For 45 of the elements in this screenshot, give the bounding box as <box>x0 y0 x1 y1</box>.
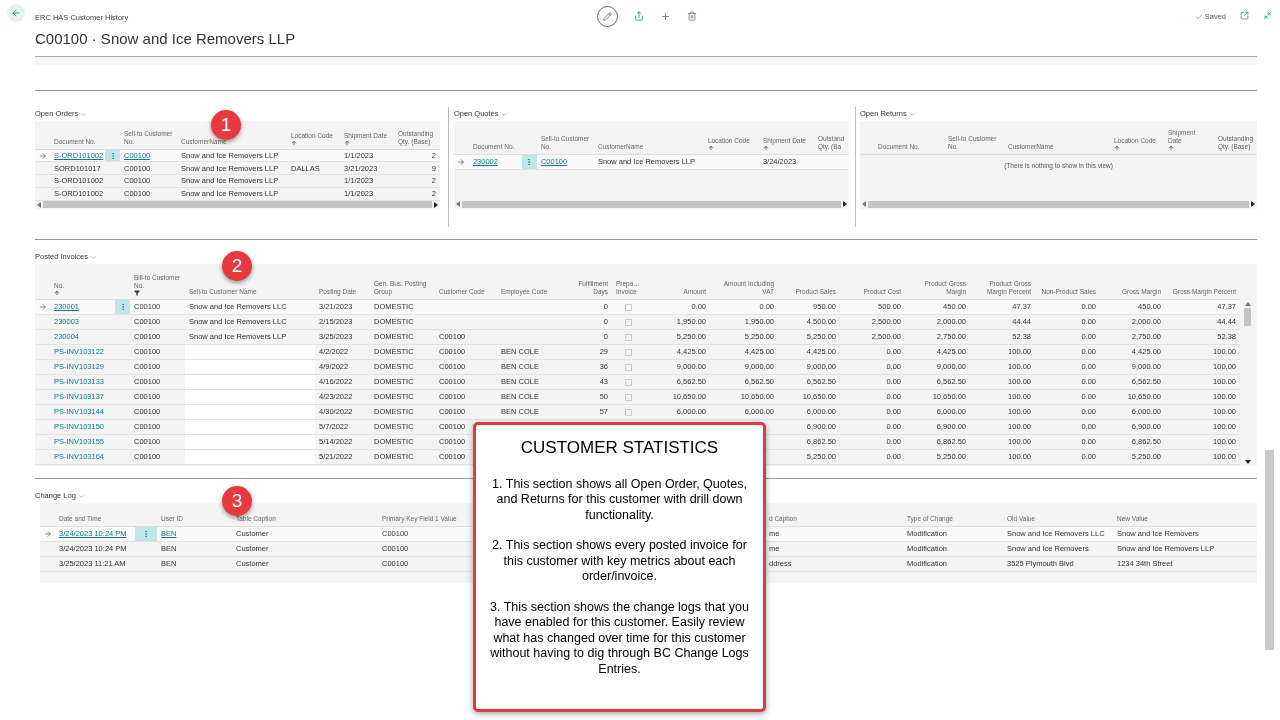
checkbox[interactable] <box>625 378 632 386</box>
checkbox[interactable] <box>625 393 632 401</box>
open-new-window-icon[interactable] <box>1240 11 1249 20</box>
row-arrow-icon <box>457 158 466 166</box>
delete-icon[interactable] <box>687 11 697 21</box>
checkbox[interactable] <box>625 318 632 326</box>
checkbox[interactable] <box>625 303 632 311</box>
check-icon <box>1194 12 1203 21</box>
row-menu-button[interactable] <box>135 527 157 541</box>
scroll-right-icon[interactable] <box>842 201 847 207</box>
checkbox[interactable] <box>625 363 632 371</box>
chevron-icon[interactable] <box>908 110 916 118</box>
scroll-right-icon[interactable] <box>1251 201 1255 207</box>
share-icon[interactable] <box>634 11 644 21</box>
chevron-icon[interactable] <box>80 110 88 118</box>
callout-paragraph: 1. This section shows all Open Order, Quotes, and Returns for this customer with drill down functionality. <box>491 476 748 523</box>
back-button[interactable] <box>7 4 25 22</box>
horizontal-scrollbar[interactable] <box>35 200 440 209</box>
chevron-icon[interactable] <box>500 110 508 118</box>
more-icon <box>142 530 150 538</box>
add-icon[interactable] <box>660 11 671 22</box>
number-badge: 2 <box>222 251 252 281</box>
row-menu-button[interactable] <box>521 155 537 169</box>
callout-paragraph: 3. This section shows the change logs that you have enabled for this customer. Easily review what has changed over time for this customer without having to dig through BC Change Logs Entries. <box>489 599 750 677</box>
checkbox[interactable] <box>625 333 632 341</box>
pencil-icon <box>603 12 612 21</box>
checkbox[interactable] <box>625 408 632 416</box>
horizontal-scrollbar[interactable] <box>453 199 849 209</box>
chevron-icon[interactable] <box>89 253 97 261</box>
row-menu-button[interactable] <box>115 300 130 314</box>
scroll-down-icon[interactable] <box>1244 460 1251 464</box>
number-badge: 1 <box>211 110 241 140</box>
horizontal-scrollbar[interactable] <box>860 199 1257 209</box>
scroll-right-icon[interactable] <box>434 201 438 208</box>
chevron-icon[interactable] <box>77 492 85 500</box>
page-title: C00100 · Snow and Ice Removers LLP <box>35 29 297 50</box>
checkbox[interactable] <box>625 348 632 356</box>
back-arrow-icon <box>11 8 21 18</box>
scroll-thumb[interactable] <box>1265 450 1274 650</box>
row-arrow-icon <box>38 303 47 311</box>
row-arrow-icon <box>38 151 47 160</box>
collapse-icon[interactable] <box>1263 11 1272 20</box>
number-badge: 3 <box>222 486 252 516</box>
scroll-thumb[interactable] <box>1244 308 1251 326</box>
row-arrow-icon <box>43 530 52 538</box>
